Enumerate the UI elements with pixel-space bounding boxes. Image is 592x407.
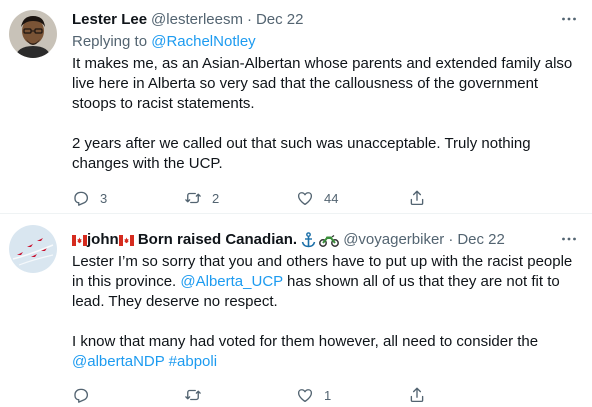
share-button[interactable]	[408, 385, 520, 405]
motorcycle-icon	[319, 234, 340, 247]
replying-to-link[interactable]: @RachelNotley	[151, 33, 255, 50]
retweet-icon	[185, 389, 201, 401]
canada-flag-icon	[72, 234, 87, 246]
tweet-actions: 3 2 44	[72, 188, 522, 208]
tweet-text-line: in this province. @Alberta_UCP has shown…	[72, 272, 580, 292]
tweet-text-fragment: has shown all of us that they are not fi…	[282, 273, 560, 290]
reply-count: 3	[100, 190, 108, 206]
hashtag-link[interactable]: #abpoli	[169, 353, 217, 370]
anchor-icon	[301, 232, 316, 248]
tweet-text-line: changes with the UCP.	[72, 155, 223, 172]
tweet-1[interactable]: Lester Lee @lesterleesm · Dec 22 Replyin…	[0, 0, 592, 214]
tweet-text-line: 2 years after we called out that such wa…	[72, 135, 531, 152]
like-count: 1	[324, 387, 332, 403]
heart-icon	[297, 389, 313, 403]
avatar[interactable]	[9, 10, 57, 58]
retweet-count: 2	[212, 190, 220, 206]
retweet-icon	[185, 192, 201, 204]
tweet-text-line: @albertaNDP #abpoli	[72, 352, 580, 372]
tweet-date[interactable]: Dec 22	[256, 10, 304, 30]
reply-icon	[74, 191, 89, 206]
tweet-text-line: Lester I’m so sorry that you and others …	[72, 253, 573, 270]
avatar[interactable]	[9, 225, 57, 273]
tweet-text-line: I know that many had voted for them howe…	[72, 333, 539, 350]
retweet-button[interactable]	[184, 385, 296, 405]
like-button[interactable]: 1	[296, 385, 408, 405]
retweet-button[interactable]: 2	[184, 188, 296, 208]
tweet-text-line: stoops to racist statements.	[72, 95, 255, 112]
more-options-icon[interactable]	[560, 230, 578, 252]
share-icon	[410, 387, 424, 403]
author-name-part[interactable]: john	[87, 230, 119, 250]
tweet-date[interactable]: Dec 22	[457, 230, 505, 250]
separator-dot: ·	[246, 11, 252, 28]
author-handle[interactable]: @lesterleesm	[151, 10, 243, 30]
tweet-text-line: It makes me, as an Asian-Albertan whose …	[72, 55, 573, 72]
mention-link[interactable]: @albertaNDP	[72, 353, 165, 370]
reply-button[interactable]	[72, 385, 184, 405]
more-options-icon[interactable]	[560, 10, 578, 32]
tweet-text: Lester I’m so sorry that you and others …	[72, 252, 580, 372]
tweet-text-line: live here in Alberta so very sad that th…	[72, 75, 539, 92]
replying-to: Replying to @RachelNotley	[72, 32, 580, 52]
tweet-text-fragment: in this province.	[72, 273, 181, 290]
tweet-actions: 1	[72, 385, 522, 405]
tweet-text-line: lead. They deserve no respect.	[72, 293, 278, 310]
separator-dot: ·	[448, 231, 454, 248]
share-button[interactable]	[408, 188, 520, 208]
share-icon	[410, 190, 424, 206]
like-count: 44	[324, 190, 339, 206]
tweet-text-line	[72, 114, 580, 134]
tweet-2[interactable]: john Born raised Canadian. @voyagerbiker…	[0, 215, 592, 407]
reply-button[interactable]: 3	[72, 188, 184, 208]
heart-icon	[297, 192, 313, 206]
author-name[interactable]: Lester Lee	[72, 10, 147, 30]
author-name-part[interactable]: Born raised Canadian.	[134, 230, 302, 250]
replying-prefix: Replying to	[72, 33, 152, 50]
tweet-text: It makes me, as an Asian-Albertan whose …	[72, 54, 580, 174]
like-button[interactable]: 44	[296, 188, 408, 208]
reply-icon	[74, 388, 89, 403]
tweet-text-gap	[72, 312, 580, 332]
mention-link[interactable]: @Alberta_UCP	[180, 273, 283, 290]
canada-flag-icon	[118, 234, 134, 246]
author-handle[interactable]: @voyagerbiker	[343, 230, 444, 250]
